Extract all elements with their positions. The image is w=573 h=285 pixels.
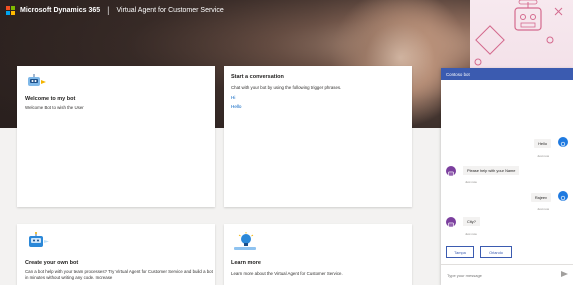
bot-message: City? [463,217,480,226]
create-bot-card[interactable]: Create your own bot Can a bot help with … [17,224,215,285]
conversation-card: Start a conversation Chat with your bot … [224,66,412,207]
message-timestamp: Just now [465,232,477,236]
chat-input-row [441,264,573,285]
learn-more-text: Learn more about the Virtual Agent for C… [231,271,343,276]
suggestion-tampa-button[interactable]: Tampa [446,246,474,258]
brand-name[interactable]: Microsoft Dynamics 365 [20,7,100,14]
create-bot-title: Create your own bot [25,260,79,266]
product-name: Virtual Agent for Customer Service [116,6,224,14]
user-avatar-icon [558,137,568,149]
message-timestamp: Just now [537,207,549,211]
trigger-phrase-hello[interactable]: Hello [231,104,406,109]
bot-message: Please help with your Name [463,166,520,175]
conversation-text: Chat with your bot by using the followin… [231,85,342,90]
robot-icon [25,74,47,93]
create-bot-text: Can a bot help with your team processes?… [25,269,213,280]
lightbulb-icon [232,232,258,257]
send-icon[interactable] [561,271,568,277]
message-timestamp: Just now [537,154,549,158]
trigger-phrase-hi[interactable]: Hi [231,95,406,100]
learn-more-card[interactable]: Learn more Learn more about the Virtual … [224,224,412,285]
chat-title: Contoso bot [446,71,470,77]
message-input[interactable] [445,271,559,279]
header-separator: | [107,5,110,15]
chat-header: Contoso bot [441,68,573,80]
conversation-title: Start a conversation [231,74,284,80]
welcome-title: Welcome to my bot [25,96,76,102]
bot-avatar-icon [446,217,456,228]
user-message: Hello [534,139,551,148]
suggestion-orlando-button[interactable]: Orlando [480,246,512,258]
welcome-text: Welcome Bot to wish the User [25,105,84,110]
user-avatar-icon [558,191,568,203]
top-bar: Microsoft Dynamics 365 | Virtual Agent f… [0,0,224,20]
user-message: Rajeev [530,193,551,202]
robot-icon [25,232,51,255]
chat-widget: Contoso bot Hello Just now Please help w… [441,68,573,285]
microsoft-logo-icon [6,5,15,15]
bot-avatar-icon [446,166,456,177]
welcome-card[interactable]: Welcome to my bot Welcome Bot to wish th… [17,66,215,207]
learn-more-title: Learn more [231,260,261,266]
message-timestamp: Just now [465,180,477,184]
